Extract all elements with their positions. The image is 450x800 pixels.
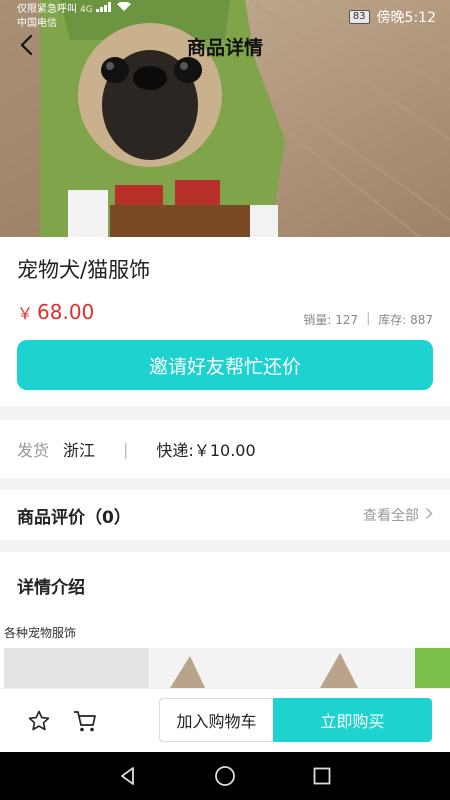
shipping-separator: | xyxy=(123,439,129,459)
recents-square-icon[interactable] xyxy=(302,756,342,796)
clock: 傍晚5:12 xyxy=(376,10,436,26)
reviews-row[interactable]: 商品评价（0） 查看全部 xyxy=(0,490,450,540)
status-left: 仅限紧急呼叫 4G 中国电信 xyxy=(17,1,131,31)
chevron-left-icon xyxy=(19,34,33,60)
view-all-reviews-link[interactable]: 查看全部 xyxy=(363,505,433,525)
sales-count: 销量: 127 xyxy=(303,313,359,327)
system-navigation-bar xyxy=(0,752,450,800)
network-type: 4G xyxy=(80,4,93,15)
express-label: 快递: xyxy=(156,441,194,460)
emergency-text: 仅限紧急呼叫 xyxy=(17,3,77,15)
carrier-name: 中国电信 xyxy=(17,18,57,29)
currency-symbol: ￥ xyxy=(17,304,34,323)
section-divider xyxy=(0,540,450,552)
add-to-cart-button[interactable]: 加入购物车 xyxy=(159,698,273,742)
bottom-action-bar: 加入购物车 立即购买 xyxy=(0,688,450,752)
stock-count: 库存: 887 xyxy=(378,313,433,327)
product-hero-image xyxy=(0,0,450,237)
back-button[interactable] xyxy=(12,32,40,62)
product-name: 宠物犬/猫服饰 xyxy=(17,258,151,282)
status-bar: 仅限紧急呼叫 4G 中国电信 83 傍晚5:12 xyxy=(0,0,450,32)
status-right: 83 傍晚5:12 xyxy=(348,7,436,27)
back-triangle-icon[interactable] xyxy=(108,756,148,796)
details-title: 详情介绍 xyxy=(17,578,85,598)
buy-now-button[interactable]: 立即购买 xyxy=(273,698,432,742)
wifi-icon xyxy=(116,1,131,17)
battery-icon: 83 xyxy=(348,10,370,24)
express-fee: ￥10.00 xyxy=(193,441,256,460)
product-price: ￥ 68.00 xyxy=(17,300,94,324)
ship-from-value: 浙江 xyxy=(63,441,96,460)
price-value: 68.00 xyxy=(37,300,95,324)
product-stats: 销量: 127 | 库存: 887 xyxy=(303,311,433,328)
stats-separator: | xyxy=(366,311,371,325)
reviews-title: 商品评价（0） xyxy=(17,507,131,528)
signal-icon xyxy=(95,2,114,17)
shipping-row: 发货 浙江 | 快递: ￥10.00 xyxy=(0,420,450,478)
ship-from-label: 发货 xyxy=(17,441,50,460)
page-title: 商品详情 xyxy=(186,37,263,59)
section-divider xyxy=(0,478,450,490)
detail-image xyxy=(0,648,450,688)
details-description: 各种宠物服饰 xyxy=(4,626,77,640)
home-circle-icon[interactable] xyxy=(205,756,245,796)
chevron-right-icon xyxy=(425,507,433,524)
star-outline-icon[interactable] xyxy=(27,709,51,737)
section-divider xyxy=(0,406,450,420)
shopping-cart-icon[interactable] xyxy=(72,708,98,738)
invite-bargain-button[interactable]: 邀请好友帮忙还价 xyxy=(17,340,433,390)
view-all-label: 查看全部 xyxy=(363,508,419,524)
